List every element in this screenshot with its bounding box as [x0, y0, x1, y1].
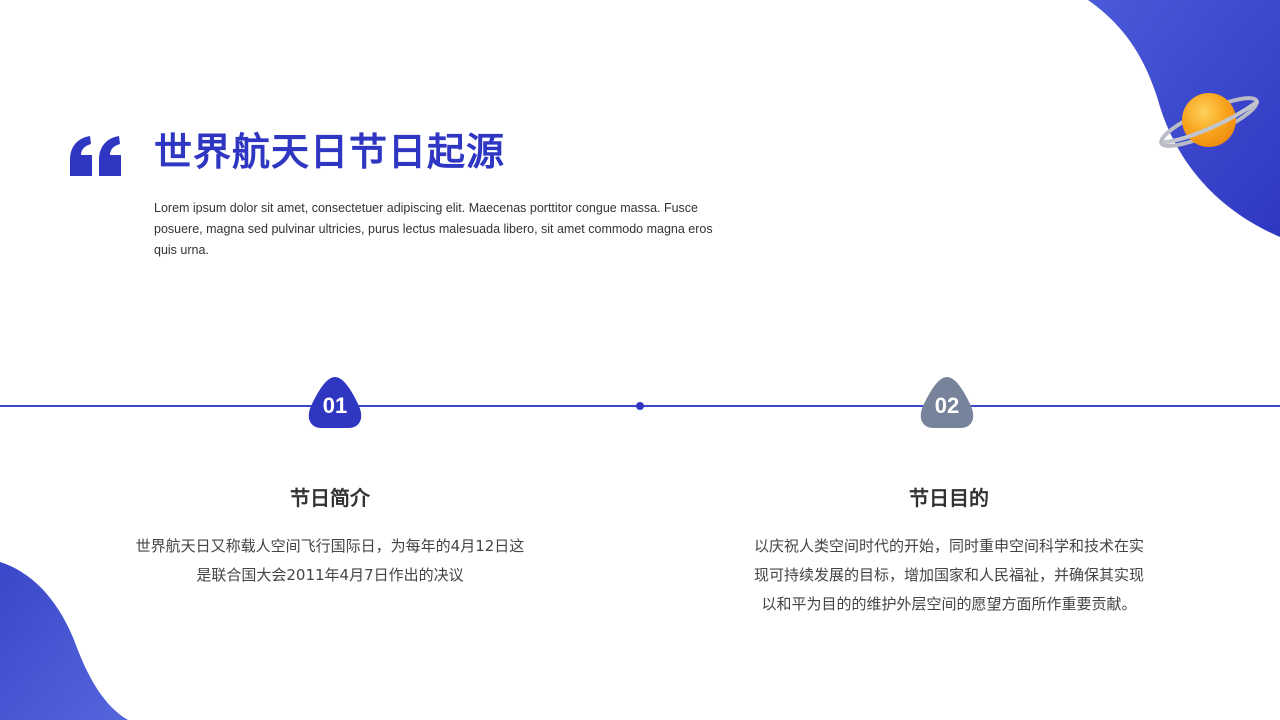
section-title-intro: 节日简介: [290, 486, 370, 510]
step-number: 01: [322, 393, 348, 418]
section-body-intro: 世界航天日又称载人空间飞行国际日，为每年的4月12日这 是联合国大会2011年4…: [100, 532, 560, 590]
timeline-dot: [636, 402, 644, 410]
intro-text: Lorem ipsum dolor sit amet, consectetuer…: [154, 201, 713, 257]
body-line: 现可持续发展的目标，增加国家和人民福祉，并确保其实现: [753, 566, 1144, 584]
section-title-purpose: 节日目的: [909, 486, 989, 510]
quote-mark-icon: [70, 136, 121, 176]
top-right-wave-shape: [1088, 0, 1280, 237]
body-line: 是联合国大会2011年4月7日作出的决议: [196, 566, 464, 584]
step-badge-02: 02: [920, 376, 974, 430]
body-line: 以庆祝人类空间时代的开始，同时重申空间科学和技术在实: [753, 537, 1144, 555]
step-badge-01: 01: [308, 376, 362, 430]
step-number: 02: [934, 393, 960, 418]
planet-icon: [1159, 93, 1259, 148]
section-body-purpose: 以庆祝人类空间时代的开始，同时重申空间科学和技术在实 现可持续发展的目标，增加国…: [714, 532, 1184, 619]
body-line: 世界航天日又称载人空间飞行国际日，为每年的4月12日这: [135, 537, 525, 555]
page-title: 世界航天日节日起源: [154, 130, 506, 174]
body-line: 以和平为目的的维护外层空间的愿望方面所作重要贡献。: [761, 595, 1137, 613]
slide: 世界航天日节日起源 Lorem ipsum dolor sit amet, co…: [0, 0, 1280, 720]
